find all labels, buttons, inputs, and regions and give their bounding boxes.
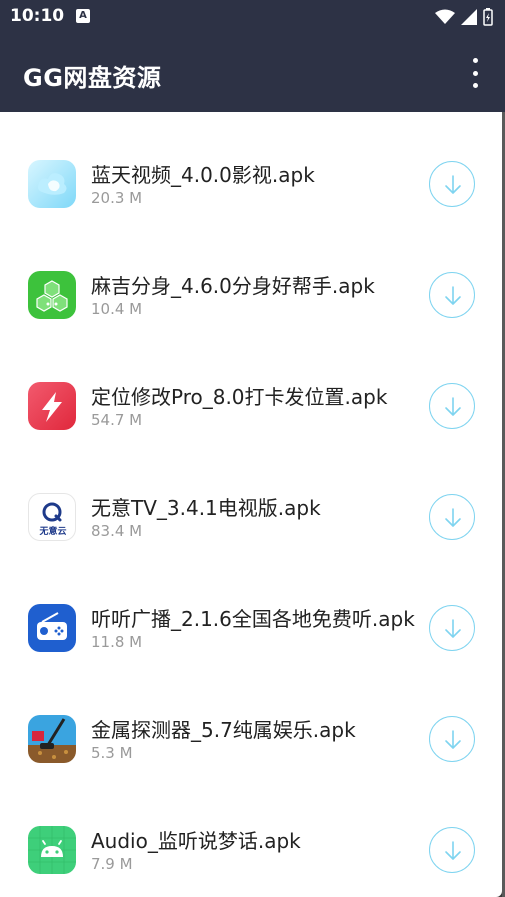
location-app-icon — [28, 382, 76, 430]
file-name: 金属探测器_5.7纯属娱乐.apk — [91, 718, 356, 742]
file-name: Audio_监听说梦话.apk — [91, 829, 301, 853]
download-icon — [445, 730, 461, 749]
file-size: 54.7 M — [91, 411, 143, 429]
status-bar: 10:10 A — [0, 0, 505, 34]
notification-icon: A — [76, 9, 90, 23]
list-item[interactable]: 无意云 无意TV_3.4.1电视版.apk 83.4 M — [0, 445, 502, 556]
file-name: 无意TV_3.4.1电视版.apk — [91, 496, 321, 520]
download-icon — [445, 841, 461, 860]
download-button[interactable] — [429, 827, 475, 873]
download-button[interactable] — [429, 161, 475, 207]
hexagon-app-icon — [28, 271, 76, 319]
file-size: 7.9 M — [91, 855, 133, 873]
detector-app-icon — [28, 715, 76, 763]
download-icon — [445, 619, 461, 638]
signal-icon — [461, 9, 477, 25]
more-options-icon[interactable] — [465, 58, 485, 88]
list-item[interactable]: 蓝天视频_4.0.0影视.apk 20.3 M — [0, 112, 502, 223]
app-icon-label: 无意云 — [39, 527, 67, 537]
download-button[interactable] — [429, 383, 475, 429]
file-size: 11.8 M — [91, 633, 143, 651]
file-size: 83.4 M — [91, 522, 143, 540]
list-item[interactable]: Audio_监听说梦话.apk 7.9 M — [0, 778, 502, 889]
file-name: 麻吉分身_4.6.0分身好帮手.apk — [91, 274, 375, 298]
download-icon — [445, 508, 461, 527]
download-icon — [445, 286, 461, 305]
file-name: 听听广播_2.1.6全国各地免费听.apk — [91, 607, 415, 631]
radio-app-icon — [28, 604, 76, 652]
wuyi-app-icon: 无意云 — [28, 493, 76, 541]
download-button[interactable] — [429, 605, 475, 651]
status-icons — [435, 8, 493, 26]
download-button[interactable] — [429, 272, 475, 318]
list-item[interactable]: 金属探测器_5.7纯属娱乐.apk 5.3 M — [0, 667, 502, 778]
file-name: 定位修改Pro_8.0打卡发位置.apk — [91, 385, 388, 409]
file-name: 蓝天视频_4.0.0影视.apk — [91, 163, 315, 187]
list-item[interactable]: 听听广播_2.1.6全国各地免费听.apk 11.8 M — [0, 556, 502, 667]
file-size: 5.3 M — [91, 744, 133, 762]
list-item[interactable]: 麻吉分身_4.6.0分身好帮手.apk 10.4 M — [0, 223, 502, 334]
file-size: 10.4 M — [91, 300, 143, 318]
file-size: 20.3 M — [91, 189, 143, 207]
download-icon — [445, 397, 461, 416]
wifi-icon — [435, 9, 455, 24]
download-button[interactable] — [429, 716, 475, 762]
status-time: 10:10 — [10, 6, 65, 26]
battery-icon — [483, 8, 493, 26]
list-item[interactable]: 定位修改Pro_8.0打卡发位置.apk 54.7 M — [0, 334, 502, 445]
app-bar: GG网盘资源 — [0, 34, 505, 112]
file-list: 蓝天视频_4.0.0影视.apk 20.3 M 麻吉分身_4.6.0分身好帮手.… — [0, 112, 502, 897]
download-button[interactable] — [429, 494, 475, 540]
cloud-app-icon — [28, 160, 76, 208]
page-title: GG网盘资源 — [23, 64, 162, 92]
android-app-icon — [28, 826, 76, 874]
download-icon — [445, 175, 461, 194]
